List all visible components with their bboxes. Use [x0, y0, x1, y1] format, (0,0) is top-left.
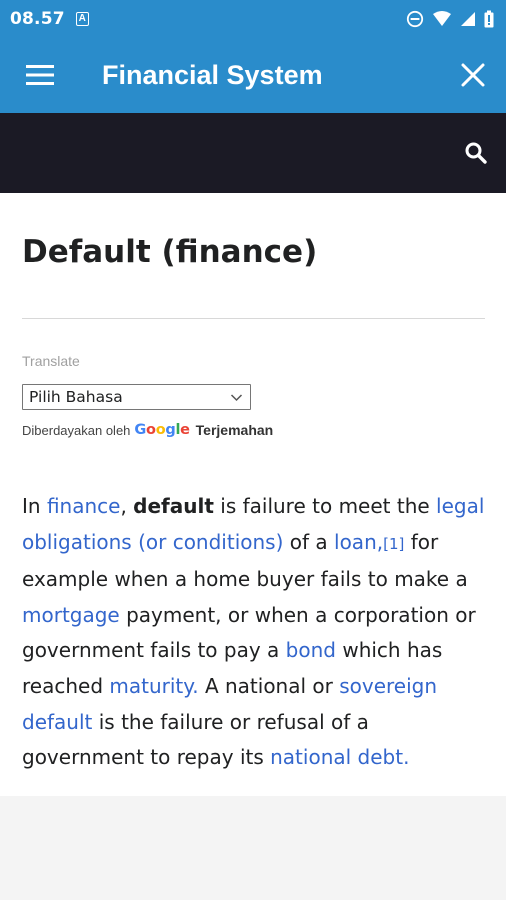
- a-notification-icon: A: [75, 11, 89, 26]
- google-letter: g: [165, 422, 176, 438]
- google-letter: G: [134, 422, 147, 438]
- text: A national or: [198, 673, 340, 698]
- app-bar: Financial System: [0, 37, 506, 113]
- page-title: Default (finance): [22, 234, 318, 270]
- google-logo: Google: [134, 422, 190, 438]
- powered-by-label: Diberdayakan oleh: [22, 422, 131, 438]
- signal-icon: [461, 11, 475, 26]
- menu-icon[interactable]: [26, 65, 54, 85]
- wifi-icon: [433, 10, 451, 26]
- status-bar: 08.57 A: [0, 0, 506, 37]
- google-letter: o: [155, 422, 166, 438]
- status-icons: [406, 10, 494, 28]
- page-bottom: [0, 796, 506, 900]
- powered-by: Diberdayakan oleh Google Terjemahan: [22, 422, 273, 438]
- link-national-debt[interactable]: national debt.: [270, 745, 409, 769]
- language-select[interactable]: Pilih Bahasa: [22, 384, 251, 410]
- status-time: 08.57: [10, 8, 65, 29]
- close-icon[interactable]: [460, 62, 486, 88]
- google-letter: e: [180, 422, 190, 438]
- battery-icon: [484, 10, 494, 27]
- divider: [22, 318, 485, 319]
- language-select-value: Pilih Bahasa: [29, 388, 123, 406]
- chevron-down-icon: [230, 394, 243, 402]
- search-icon[interactable]: [464, 141, 488, 165]
- article-content: Default (finance) Translate Pilih Bahasa…: [0, 193, 506, 796]
- text: of a: [283, 529, 335, 554]
- reference-link-1[interactable]: [1]: [383, 535, 404, 553]
- text: ,: [120, 494, 134, 518]
- link-mortgage[interactable]: mortgage: [22, 603, 120, 627]
- link-bond[interactable]: bond: [286, 638, 336, 662]
- translate-label: Translate: [22, 353, 80, 369]
- google-letter: o: [146, 422, 156, 438]
- term-default: default: [133, 494, 214, 518]
- link-maturity[interactable]: maturity.: [109, 674, 198, 698]
- text: is failure to meet the: [213, 494, 437, 518]
- app-title: Financial System: [102, 60, 323, 90]
- link-finance[interactable]: finance: [47, 494, 121, 518]
- link-loan[interactable]: loan,: [334, 530, 383, 554]
- google-translate-link[interactable]: Terjemahan: [196, 422, 274, 438]
- article-paragraph: In finance, default is failure to meet t…: [22, 489, 492, 776]
- text: In: [22, 494, 47, 518]
- do-not-disturb-icon: [406, 10, 424, 27]
- search-bar: [0, 113, 506, 193]
